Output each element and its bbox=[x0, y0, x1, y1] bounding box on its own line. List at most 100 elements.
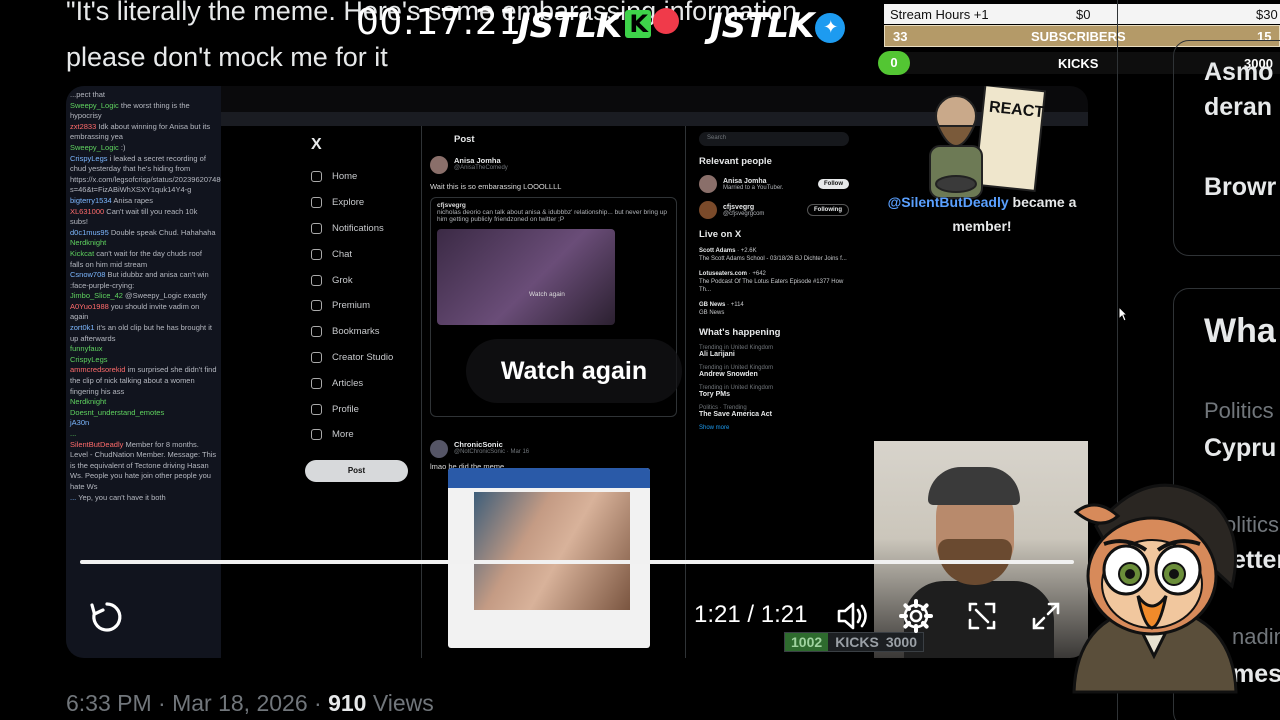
tweet-timestamp[interactable]: 6:33 PM · Mar 18, 2026 · bbox=[66, 690, 328, 716]
chat-text: Double speak Chud. Hahahaha bbox=[110, 227, 216, 237]
chat-text: Yep, you can't have it both bbox=[78, 492, 166, 502]
x-following-button: Following bbox=[807, 204, 849, 216]
x-nav-item-articles: Articles bbox=[305, 370, 423, 396]
x-person1-name: Anisa Jomha bbox=[723, 177, 767, 185]
x-nav-creator-studio-icon bbox=[311, 351, 322, 363]
x-nav-label: Premium bbox=[332, 300, 371, 312]
chat-message: XL631000 Can't wait till you reach 10k s… bbox=[70, 207, 217, 228]
chat-message: SilentButDeadly Member for 8 months. Lev… bbox=[70, 440, 217, 493]
x-nav-item-grok: Grok bbox=[305, 267, 423, 293]
x-image-searchbar bbox=[448, 468, 650, 488]
tweet-views-label: Views bbox=[366, 690, 434, 716]
settings-gear-icon[interactable] bbox=[898, 598, 934, 634]
x-nav-item-more: More bbox=[305, 422, 423, 448]
sidebar-trend-name[interactable]: Cypru bbox=[1204, 434, 1276, 463]
video-time: 1:21 / 1:21 bbox=[694, 601, 808, 628]
x-trend-name: Andrew Snowden bbox=[699, 371, 758, 378]
chat-list: Sweepy_Logic the worst thing is the hypo… bbox=[70, 101, 221, 504]
video-progress-bar[interactable] bbox=[80, 560, 1074, 564]
x-nav-item-bookmarks: Bookmarks bbox=[305, 319, 423, 345]
owl-mascot-overlay bbox=[1072, 483, 1238, 694]
x-nav-item-premium: Premium bbox=[305, 293, 423, 319]
tweet-meta: 6:33 PM · Mar 18, 2026 · 910 Views bbox=[66, 690, 434, 717]
chat-username: Jimbo_Slice_42 bbox=[70, 291, 123, 301]
x-trend-name: The Save America Act bbox=[699, 411, 773, 418]
watch-again-button[interactable]: Watch again bbox=[466, 339, 682, 403]
chat-username: bigterry1534 bbox=[70, 195, 112, 205]
chat-username: CrispyLegs bbox=[70, 153, 108, 163]
youtube-icon bbox=[652, 8, 679, 34]
chat-username: Csnow708 bbox=[70, 270, 106, 280]
x-nav-premium-icon bbox=[311, 300, 322, 312]
x-nav-label: Home bbox=[332, 171, 358, 183]
x-relevant-title: Relevant people bbox=[699, 156, 772, 167]
stream-hours-goal: Stream Hours +1 $0 $30 bbox=[884, 4, 1280, 24]
x-nav-label: Chat bbox=[332, 248, 353, 260]
chat-username: Kickcat bbox=[70, 248, 95, 258]
chat-username: Sweepy_Logic bbox=[70, 142, 119, 152]
kicks-count-badge: 0 bbox=[878, 51, 910, 75]
sidebar-news-title-3[interactable]: Browr bbox=[1204, 173, 1276, 202]
x-relevant-person-1: Anisa Jomha Married to a YouTuber. Follow bbox=[699, 175, 849, 193]
chat-message: Nerdknight bbox=[70, 397, 217, 408]
chat-message: jA30n bbox=[70, 418, 217, 429]
x-nav-label: Grok bbox=[332, 274, 353, 286]
chat-username: jA30n bbox=[70, 418, 90, 428]
x-search-input: Search bbox=[699, 132, 849, 146]
replay-icon[interactable] bbox=[88, 598, 126, 636]
x-quote-text: nicholas deorio can talk about anisa & i… bbox=[437, 209, 667, 223]
x-relevant-person-2: cfjsvegrg @cfjsvegrgcom Following bbox=[699, 201, 849, 219]
chat-message: bigterry1534 Anisa rapes bbox=[70, 196, 217, 207]
x-right-column: Search Relevant people Anisa Jomha Marrie… bbox=[699, 126, 849, 431]
x-live-item-3: GB News · +114 GB News bbox=[699, 302, 744, 316]
x-post2-image bbox=[448, 468, 650, 648]
video-player[interactable]: ...pect that Sweepy_Logic the worst thin… bbox=[66, 86, 1088, 658]
avatar bbox=[699, 201, 717, 219]
avatar bbox=[430, 156, 448, 174]
avatar bbox=[699, 175, 717, 193]
x-nav-label: Explore bbox=[332, 197, 365, 209]
sidebar-news-title-2[interactable]: deran bbox=[1204, 93, 1272, 122]
chat-message: ... bbox=[70, 429, 217, 440]
x-trend-name: Ali Larijani bbox=[699, 351, 735, 358]
x-nav-notifications-icon bbox=[311, 222, 322, 234]
x-trend-item: Politics · Trending The Save America Act bbox=[699, 405, 849, 418]
x-media-watch-again: Watch again bbox=[529, 291, 565, 298]
x-post-button: Post bbox=[305, 459, 408, 482]
x-nav-more-icon bbox=[311, 429, 322, 441]
x-nav-item-chat: Chat bbox=[305, 241, 423, 267]
chat-message: funnyfaux bbox=[70, 344, 217, 355]
x-live-item-1: Scott Adams · +2.6K The Scott Adams Schoo… bbox=[699, 248, 847, 262]
chat-message: ... Yep, you can't have it both bbox=[70, 493, 217, 504]
chat-username: ... bbox=[70, 429, 77, 438]
chat-username: zxt2833 bbox=[70, 121, 97, 131]
x-nav-bookmarks-icon bbox=[311, 326, 322, 338]
chat-message: CrispyLegs bbox=[70, 355, 217, 366]
x-nav-chat-icon bbox=[311, 248, 322, 260]
volume-icon[interactable] bbox=[834, 598, 870, 634]
sidebar-news-title-1[interactable]: Asmo bbox=[1204, 58, 1273, 87]
chat-username: ammcredsorekid bbox=[70, 365, 126, 375]
chat-username: Nerdknight bbox=[70, 238, 107, 248]
x-nav-label: Profile bbox=[332, 403, 359, 415]
x-happening-title: What's happening bbox=[699, 327, 781, 338]
sidebar-trend-category: Politics bbox=[1204, 398, 1274, 423]
avatar bbox=[430, 440, 448, 458]
member-alert: @SilentButDeadly became a member! bbox=[872, 190, 1088, 238]
chat-text: @Sweepy_Logic exactly bbox=[125, 291, 207, 301]
chat-username: Doesnt_understand_emotes bbox=[70, 407, 165, 417]
kick-channel-logo: JSTLK K bbox=[518, 6, 679, 46]
x-trend-name: Tory PMs bbox=[699, 391, 730, 398]
chat-username: CrispyLegs bbox=[70, 354, 108, 364]
kicks-goal-bar-embedded: 1002 KICKS 3000 bbox=[784, 632, 924, 652]
stream-timer: 00:17:21 bbox=[356, 2, 522, 43]
x-post-handle: @AnisaTheComedy bbox=[454, 165, 508, 171]
x-post2-author: ChronicSonic bbox=[454, 440, 503, 449]
x-person2-name: cfjsvegrg bbox=[723, 203, 755, 211]
x-nav-item-creator-studio: Creator Studio bbox=[305, 345, 423, 371]
x-nav-profile-icon bbox=[311, 403, 322, 415]
chat-message: CrispyLegs i leaked a secret recording o… bbox=[70, 153, 221, 196]
picture-in-picture-icon[interactable] bbox=[964, 598, 1000, 634]
x-post-header: Anisa Jomha @AnisaTheComedy bbox=[422, 152, 685, 178]
x-live-title: Live on X bbox=[699, 229, 742, 240]
